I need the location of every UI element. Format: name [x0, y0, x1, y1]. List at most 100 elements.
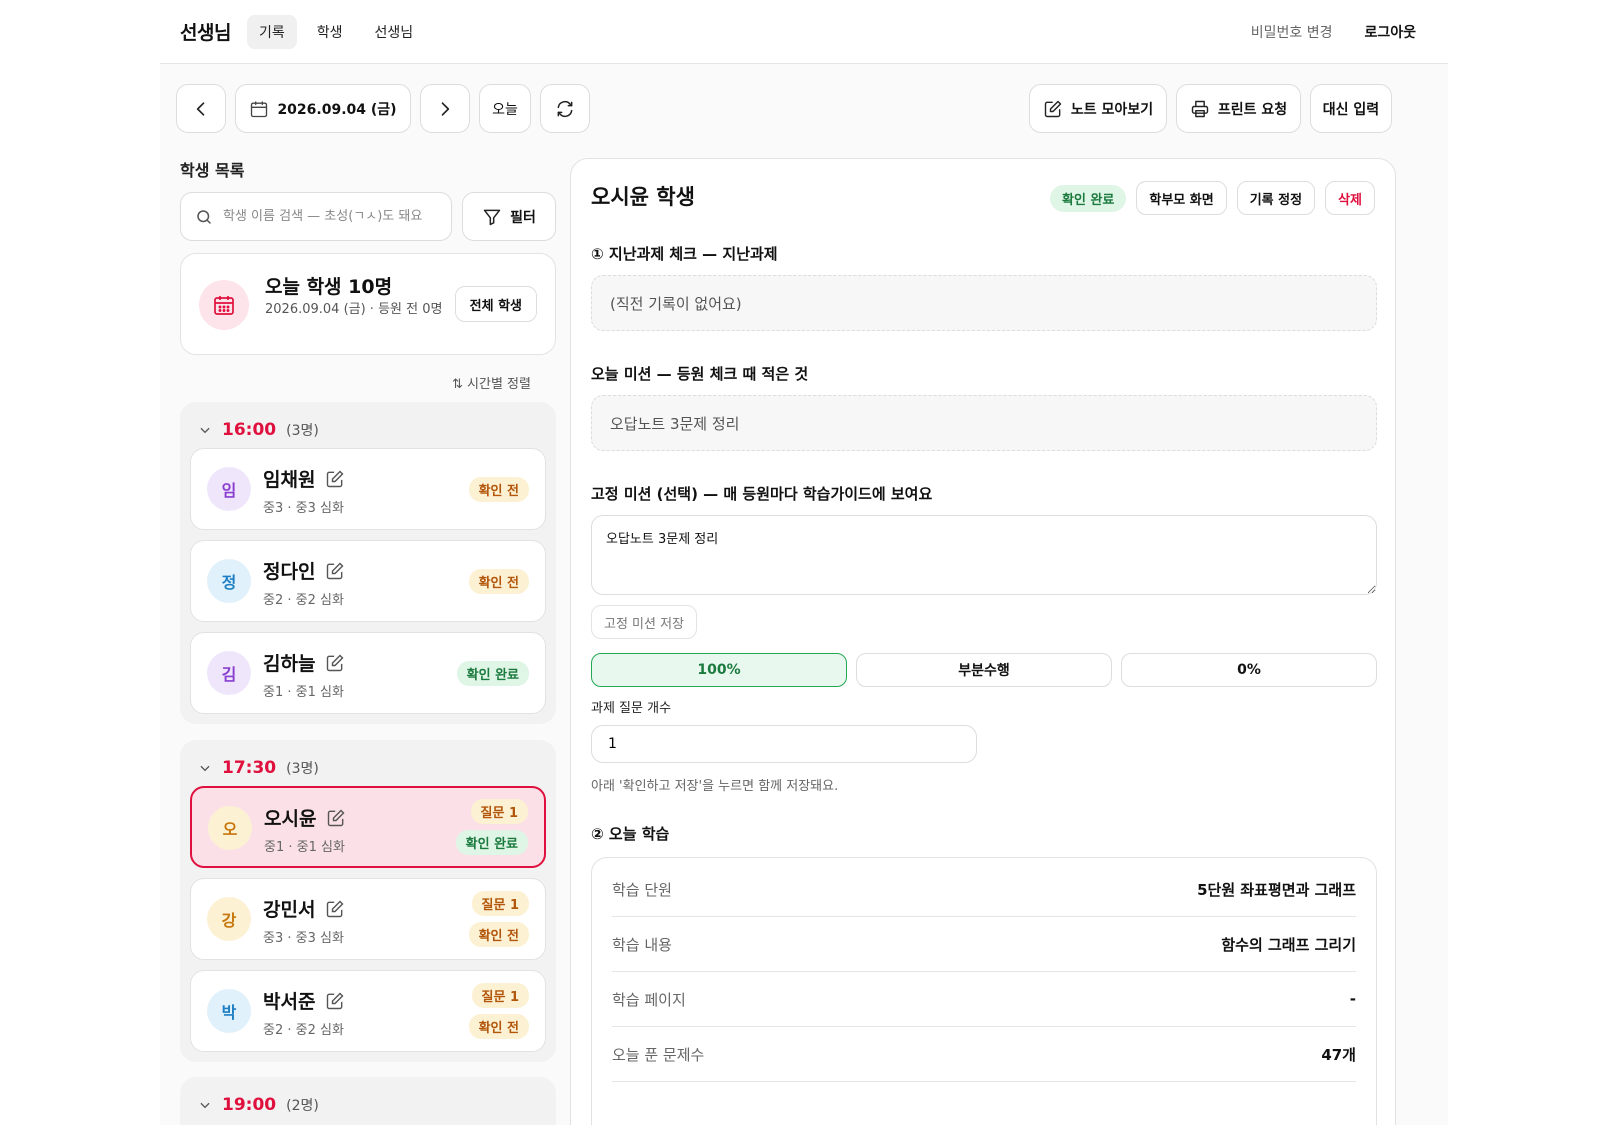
student-detail-panel: 오시윤 학생 확인 완료 학부모 화면 기록 정정 삭제 ① 지난과제 체크 —…: [570, 158, 1396, 1125]
row-key: 학습 단원: [612, 880, 672, 899]
student-meta: 중2 · 중2 심화: [263, 593, 344, 608]
today-study-table: 학습 단원 5단원 좌표평면과 그래프 학습 내용 함수의 그래프 그리기 학습…: [591, 857, 1377, 1125]
sort-by-time-button[interactable]: ⇅ 시간별 정렬: [452, 373, 531, 392]
filter-button[interactable]: 필터: [462, 192, 556, 241]
delete-button[interactable]: 삭제: [1325, 181, 1375, 215]
question-count-label: 과제 질문 개수: [591, 701, 672, 716]
change-password-link[interactable]: 비밀번호 변경: [1251, 22, 1333, 42]
parent-view-button[interactable]: 학부모 화면: [1136, 181, 1227, 215]
group-time: 17:30: [222, 758, 277, 778]
time-group-header[interactable]: 17:30 (3명): [198, 758, 319, 778]
logout-link[interactable]: 로그아웃: [1364, 22, 1416, 42]
today-subtitle: 2026.09.04 (금) · 등원 전 0명: [265, 302, 443, 317]
nav-tab-records[interactable]: 기록: [246, 14, 297, 49]
group-count: (3명): [286, 761, 319, 777]
next-day-button[interactable]: [420, 84, 470, 133]
brand-title: 선생님: [180, 22, 231, 44]
top-nav: 선생님 기록 학생 선생님 비밀번호 변경 로그아웃: [160, 0, 1448, 64]
refresh-button[interactable]: [540, 84, 590, 133]
current-date: 2026.09.04 (금): [277, 101, 397, 118]
chevron-right-icon: [441, 101, 450, 116]
status-badge: 확인 전: [468, 476, 529, 502]
account-links: 비밀번호 변경 로그아웃: [1251, 0, 1416, 64]
today-button[interactable]: 오늘: [479, 84, 531, 133]
print-request-button[interactable]: 프린트 요청: [1176, 84, 1301, 133]
edit-icon[interactable]: [325, 469, 345, 489]
student-name: 강민서: [263, 899, 316, 921]
refresh-icon: [557, 100, 573, 117]
date-picker-button[interactable]: 2026.09.04 (금): [235, 84, 411, 133]
nav-tab-students[interactable]: 학생: [305, 15, 355, 49]
edit-icon[interactable]: [325, 653, 345, 673]
app-shell: 선생님 기록 학생 선생님 비밀번호 변경 로그아웃 2026.09.04 (금…: [160, 0, 1448, 1125]
table-row: 오늘 푼 문제수 47개: [612, 1027, 1356, 1082]
student-card[interactable]: 박 박서준 중2 · 중2 심화 질문 1 확인 전: [190, 970, 546, 1052]
row-value: 함수의 그래프 그리기: [1221, 935, 1356, 954]
student-meta: 중2 · 중2 심화: [263, 1023, 344, 1038]
fixed-mission-textarea[interactable]: 오답노트 3문제 정리: [591, 515, 1377, 595]
time-group-header[interactable]: 16:00 (3명): [198, 420, 319, 440]
prev-day-button[interactable]: [176, 84, 226, 133]
student-name: 오시윤: [264, 808, 317, 830]
student-card-selected[interactable]: 오 오시윤 중1 · 중1 심화 질문 1 확인 완료: [190, 786, 546, 868]
print-request-label: 프린트 요청: [1217, 101, 1288, 118]
student-card[interactable]: 정 정다인 중2 · 중2 심화 확인 전: [190, 540, 546, 622]
status-badge: 확인 완료: [455, 830, 528, 855]
edit-icon[interactable]: [326, 808, 346, 828]
avatar: 김: [207, 651, 251, 695]
edit-icon[interactable]: [325, 991, 345, 1011]
time-group-header[interactable]: 19:00 (2명): [198, 1095, 319, 1115]
table-row: 학습 단원 5단원 좌표평면과 그래프: [612, 862, 1356, 917]
student-name: 정다인: [263, 561, 316, 583]
student-card[interactable]: 김 김하늘 중1 · 중1 심화 확인 완료: [190, 632, 546, 714]
nav-tab-teachers[interactable]: 선생님: [362, 15, 425, 49]
student-card[interactable]: 강 강민서 중3 · 중3 심화 질문 1 확인 전: [190, 878, 546, 960]
status-badge: 확인 전: [468, 922, 529, 947]
sort-icon: ⇅: [452, 377, 463, 392]
group-time: 19:00: [222, 1095, 277, 1115]
filter-label: 필터: [510, 209, 536, 226]
row-value: -: [1349, 990, 1356, 1008]
row-key: 학습 페이지: [612, 990, 686, 1009]
note-collect-label: 노트 모아보기: [1070, 101, 1154, 118]
table-row: 학습 페이지 -: [612, 972, 1356, 1027]
question-badge: 질문 1: [471, 891, 529, 916]
edit-record-button[interactable]: 기록 정정: [1236, 181, 1316, 215]
completion-partial-button[interactable]: 부분수행: [856, 653, 1112, 687]
time-group: 16:00 (3명) 임 임채원 중3 · 중3 심화 확인 전 정 정다인 중…: [180, 402, 556, 724]
all-students-button[interactable]: 전체 학생: [454, 286, 537, 322]
student-meta: 중3 · 중3 심화: [263, 931, 344, 946]
fixed-mission-save-button[interactable]: 고정 미션 저장: [591, 605, 698, 639]
search-input[interactable]: [223, 209, 443, 224]
chevron-left-icon: [196, 101, 205, 116]
question-count-input[interactable]: [591, 725, 977, 763]
student-name: 박서준: [263, 991, 316, 1013]
question-badge: 질문 1: [470, 799, 528, 824]
student-list-title: 학생 목록: [180, 161, 245, 180]
edit-icon[interactable]: [325, 899, 345, 919]
student-search[interactable]: [180, 192, 452, 241]
group-count: (2명): [286, 1098, 319, 1114]
today-students-card: 오늘 학생 10명 2026.09.04 (금) · 등원 전 0명 전체 학생: [180, 253, 556, 355]
note-collect-button[interactable]: 노트 모아보기: [1029, 84, 1167, 133]
calendar-grid-icon: [199, 280, 249, 330]
student-name: 임채원: [263, 469, 316, 491]
row-key: 학습 내용: [612, 935, 672, 954]
edit-icon[interactable]: [325, 561, 345, 581]
avatar: 정: [207, 559, 251, 603]
completion-100-button[interactable]: 100%: [591, 653, 847, 687]
time-group: 17:30 (3명) 오 오시윤 중1 · 중1 심화 질문 1 확인 완료 강…: [180, 740, 556, 1062]
student-meta: 중1 · 중1 심화: [263, 685, 344, 700]
filter-icon: [483, 209, 501, 225]
avatar: 오: [208, 806, 252, 850]
edit-note-icon: [1044, 100, 1062, 117]
row-value: 5단원 좌표평면과 그래프: [1197, 880, 1356, 899]
student-meta: 중1 · 중1 심화: [264, 840, 345, 855]
completion-0-button[interactable]: 0%: [1121, 653, 1377, 687]
avatar: 박: [207, 989, 251, 1033]
today-mission-value: 오답노트 3문제 정리: [591, 395, 1377, 451]
status-badge: 확인 전: [468, 568, 529, 594]
proxy-input-button[interactable]: 대신 입력: [1310, 84, 1392, 133]
student-card[interactable]: 임 임채원 중3 · 중3 심화 확인 전: [190, 448, 546, 530]
prev-homework-empty: (직전 기록이 없어요): [591, 275, 1377, 331]
